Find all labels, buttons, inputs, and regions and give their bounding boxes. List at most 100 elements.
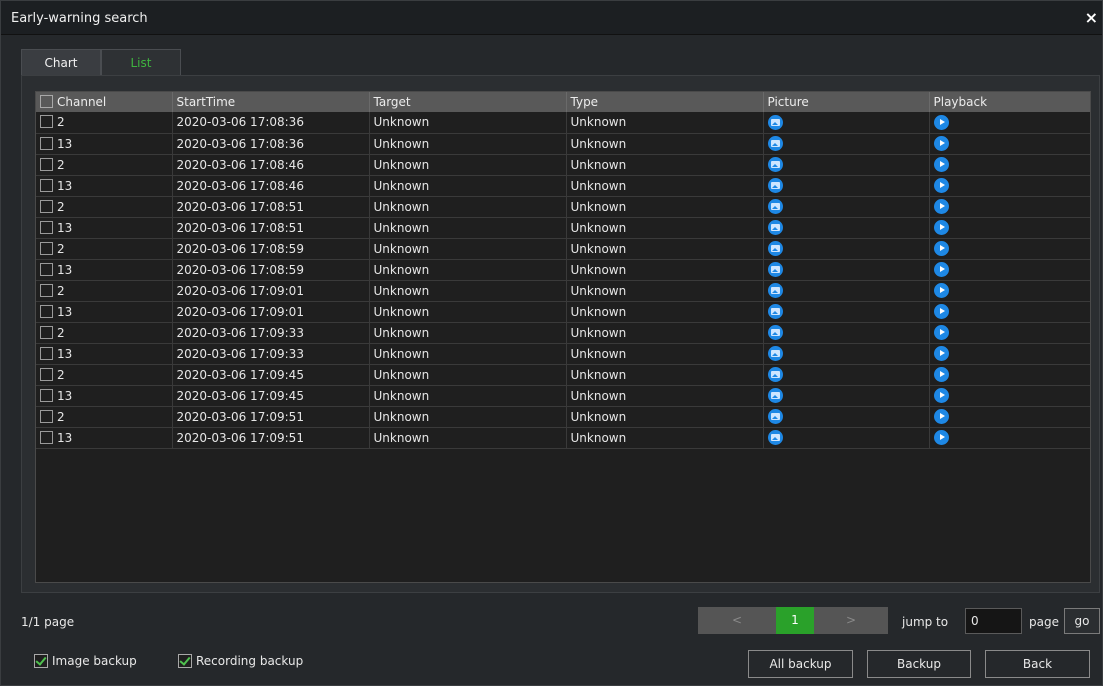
play-icon[interactable] xyxy=(933,388,949,403)
table-row[interactable]: 13 2020-03-06 17:08:46 Unknown Unknown xyxy=(36,175,1090,197)
table-row[interactable]: 2 2020-03-06 17:09:45 Unknown Unknown xyxy=(36,364,1090,386)
image-icon[interactable] xyxy=(767,241,783,256)
prev-page-button[interactable]: < xyxy=(698,607,776,634)
table-row[interactable]: 2 2020-03-06 17:09:01 Unknown Unknown xyxy=(36,280,1090,302)
table-row[interactable]: 2 2020-03-06 17:09:33 Unknown Unknown xyxy=(36,322,1090,344)
row-checkbox[interactable] xyxy=(40,157,53,171)
tab-list[interactable]: List xyxy=(101,49,181,75)
play-icon[interactable] xyxy=(933,283,949,298)
go-button[interactable]: go xyxy=(1064,608,1100,634)
image-icon[interactable] xyxy=(767,430,783,445)
image-icon[interactable] xyxy=(767,283,783,298)
cell-target: Unknown xyxy=(369,385,567,407)
backup-button[interactable]: Backup xyxy=(867,650,971,678)
row-checkbox[interactable] xyxy=(40,220,53,234)
table-row[interactable]: 13 2020-03-06 17:08:51 Unknown Unknown xyxy=(36,217,1090,239)
play-icon[interactable] xyxy=(933,157,949,172)
table-row[interactable]: 13 2020-03-06 17:08:59 Unknown Unknown xyxy=(36,259,1090,281)
table-row[interactable]: 13 2020-03-06 17:09:33 Unknown Unknown xyxy=(36,343,1090,365)
table-row[interactable]: 2 2020-03-06 17:08:59 Unknown Unknown xyxy=(36,238,1090,260)
cell-picture xyxy=(763,217,930,239)
cell-playback xyxy=(929,259,1090,281)
back-button[interactable]: Back xyxy=(985,650,1090,678)
table-row[interactable]: 2 2020-03-06 17:08:51 Unknown Unknown xyxy=(36,196,1090,218)
row-checkbox[interactable] xyxy=(40,367,53,381)
table-row[interactable]: 2 2020-03-06 17:08:36 Unknown Unknown xyxy=(36,112,1090,134)
image-icon[interactable] xyxy=(767,409,783,424)
row-checkbox[interactable] xyxy=(40,388,53,402)
play-icon[interactable] xyxy=(933,325,949,340)
recording-backup-checkbox[interactable]: Recording backup xyxy=(178,654,303,670)
play-icon[interactable] xyxy=(933,430,949,445)
column-label: Channel xyxy=(57,95,107,109)
play-icon[interactable] xyxy=(933,114,949,130)
current-page-button[interactable]: 1 xyxy=(776,607,814,634)
row-checkbox[interactable] xyxy=(40,346,53,360)
cell-playback xyxy=(929,385,1090,407)
all-backup-button[interactable]: All backup xyxy=(748,650,853,678)
table-row[interactable]: 13 2020-03-06 17:09:51 Unknown Unknown xyxy=(36,427,1090,449)
image-icon[interactable] xyxy=(767,346,783,361)
image-icon[interactable] xyxy=(767,388,783,403)
row-checkbox[interactable] xyxy=(40,262,53,276)
image-icon[interactable] xyxy=(767,114,783,130)
row-checkbox[interactable] xyxy=(40,430,53,444)
cell-type: Unknown xyxy=(566,238,764,260)
cell-start-time: 2020-03-06 17:08:51 xyxy=(172,217,370,239)
cell-picture xyxy=(763,175,930,197)
cell-type: Unknown xyxy=(566,322,764,344)
cell-target: Unknown xyxy=(369,406,567,428)
table-row[interactable]: 13 2020-03-06 17:09:45 Unknown Unknown xyxy=(36,385,1090,407)
play-icon[interactable] xyxy=(933,262,949,277)
image-icon[interactable] xyxy=(767,262,783,277)
cell-type: Unknown xyxy=(566,112,764,134)
image-icon[interactable] xyxy=(767,304,783,319)
tab-chart[interactable]: Chart xyxy=(21,49,101,75)
cell-playback xyxy=(929,427,1090,449)
play-icon[interactable] xyxy=(933,409,949,424)
row-checkbox[interactable] xyxy=(40,325,53,339)
image-icon[interactable] xyxy=(767,136,783,151)
page-label: page xyxy=(1029,615,1059,629)
jump-page-input[interactable] xyxy=(965,608,1022,634)
row-checkbox[interactable] xyxy=(40,241,53,255)
image-icon[interactable] xyxy=(767,199,783,214)
cell-type: Unknown xyxy=(566,280,764,302)
select-all-checkbox[interactable] xyxy=(40,95,53,108)
checkmark-icon xyxy=(34,654,48,668)
column-header-channel: Channel xyxy=(36,92,173,112)
image-icon[interactable] xyxy=(767,220,783,235)
cell-start-time: 2020-03-06 17:08:36 xyxy=(172,133,370,155)
play-icon[interactable] xyxy=(933,304,949,319)
row-checkbox[interactable] xyxy=(40,409,53,423)
table-row[interactable]: 2 2020-03-06 17:08:46 Unknown Unknown xyxy=(36,154,1090,176)
play-icon[interactable] xyxy=(933,346,949,361)
title-bar: Early-warning search × xyxy=(1,1,1102,35)
image-icon[interactable] xyxy=(767,178,783,193)
row-checkbox[interactable] xyxy=(40,178,53,192)
play-icon[interactable] xyxy=(933,241,949,256)
play-icon[interactable] xyxy=(933,199,949,214)
image-icon[interactable] xyxy=(767,157,783,172)
cell-target: Unknown xyxy=(369,133,567,155)
close-icon[interactable]: × xyxy=(1085,10,1098,26)
row-checkbox[interactable] xyxy=(40,136,53,150)
table-row[interactable]: 13 2020-03-06 17:08:36 Unknown Unknown xyxy=(36,133,1090,155)
cell-channel: 2 xyxy=(36,112,173,134)
row-checkbox[interactable] xyxy=(40,115,53,129)
image-icon[interactable] xyxy=(767,367,783,382)
row-checkbox[interactable] xyxy=(40,304,53,318)
results-table: Channel StartTime Target Type Picture Pl… xyxy=(36,92,1090,449)
row-checkbox[interactable] xyxy=(40,199,53,213)
row-checkbox[interactable] xyxy=(40,283,53,297)
next-page-button[interactable]: > xyxy=(814,607,888,634)
play-icon[interactable] xyxy=(933,136,949,151)
table-row[interactable]: 13 2020-03-06 17:09:01 Unknown Unknown xyxy=(36,301,1090,323)
image-backup-checkbox[interactable]: Image backup xyxy=(34,654,137,670)
play-icon[interactable] xyxy=(933,220,949,235)
play-icon[interactable] xyxy=(933,367,949,382)
image-icon[interactable] xyxy=(767,325,783,340)
results-table-container[interactable]: Channel StartTime Target Type Picture Pl… xyxy=(35,91,1091,583)
table-row[interactable]: 2 2020-03-06 17:09:51 Unknown Unknown xyxy=(36,406,1090,428)
play-icon[interactable] xyxy=(933,178,949,193)
